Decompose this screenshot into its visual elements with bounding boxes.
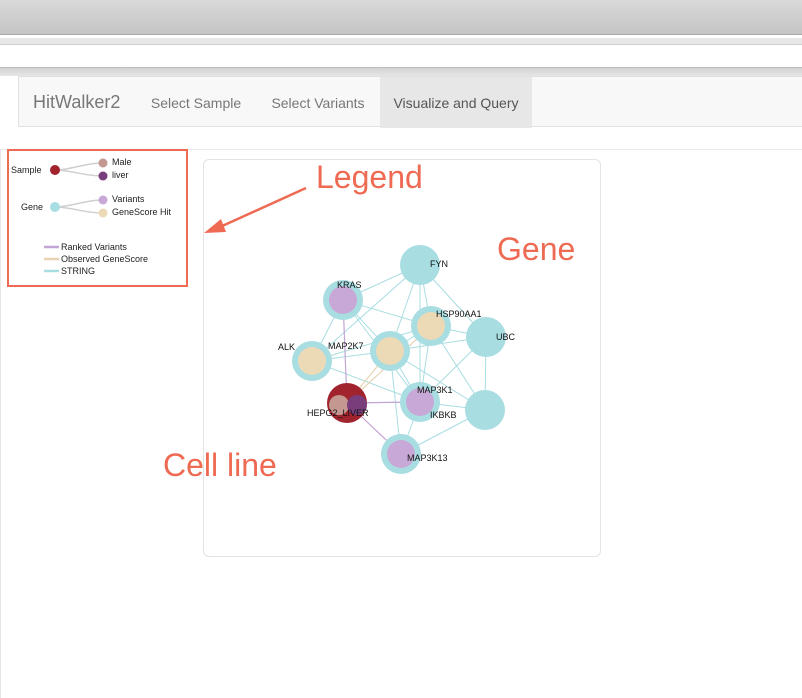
annotation-cell-line: Cell line xyxy=(163,447,277,483)
legend-sample-male-link xyxy=(54,162,104,171)
label-ikbkb: IKBKB xyxy=(430,410,457,420)
label-map2k7: MAP2K7 xyxy=(328,341,364,351)
navbar: HitWalker2 Select Sample Select Variants… xyxy=(18,76,802,128)
nav-visualize-and-query[interactable]: Visualize and Query xyxy=(380,77,532,128)
legend-observed-genescore-label: Observed GeneScore xyxy=(61,254,149,264)
node-ikbkb[interactable] xyxy=(465,390,505,430)
legend-gene-genescore-link xyxy=(54,206,104,214)
label-hepg2-liver: HEPG2_LIVER xyxy=(307,408,369,418)
legend-male-label: Male xyxy=(112,157,132,167)
node-map2k7[interactable] xyxy=(370,331,410,371)
label-ubc: UBC xyxy=(496,332,516,342)
legend-gene-label: Gene xyxy=(21,202,44,212)
legend-genescore-hit-label: GeneScore Hit xyxy=(112,207,172,217)
legend-liver-node xyxy=(98,171,108,181)
nav-select-sample[interactable]: Select Sample xyxy=(136,77,256,128)
legend-variants-node xyxy=(98,195,108,205)
legend-gene-variants-link xyxy=(54,199,104,208)
brand-logo[interactable]: HitWalker2 xyxy=(33,77,120,128)
legend-sample-label: Sample xyxy=(11,165,42,175)
legend-variants-label: Variants xyxy=(112,194,145,204)
legend-gene-node xyxy=(50,202,60,212)
browser-toolbar-strip xyxy=(0,38,802,45)
legend-panel: Sample Male liver Gene Variants GeneScor… xyxy=(7,149,188,287)
label-alk: ALK xyxy=(278,342,295,352)
legend-male-node xyxy=(98,158,108,168)
network-panel[interactable]: FYN KRAS HSP90AA1 UBC ALK MAP2K7 MAP3K1 … xyxy=(203,159,601,557)
legend-genescore-node xyxy=(98,208,108,218)
nav-select-variants[interactable]: Select Variants xyxy=(256,77,380,128)
annotation-gene: Gene xyxy=(497,231,576,267)
page-left-edge xyxy=(0,150,1,698)
legend-liver-label: liver xyxy=(112,170,129,180)
label-map3k1: MAP3K1 xyxy=(417,385,453,395)
page-header-strip xyxy=(0,67,802,76)
legend-ranked-variants-label: Ranked Variants xyxy=(61,242,127,252)
label-map3k13: MAP3K13 xyxy=(407,453,448,463)
annotation-legend: Legend xyxy=(316,159,423,195)
label-hsp90aa1: HSP90AA1 xyxy=(436,309,482,319)
legend-sample-node xyxy=(50,165,60,175)
label-kras: KRAS xyxy=(337,280,362,290)
label-fyn: FYN xyxy=(430,259,448,269)
network-graph[interactable]: FYN KRAS HSP90AA1 UBC ALK MAP2K7 MAP3K1 … xyxy=(204,160,600,556)
legend-sample-liver-link xyxy=(54,169,104,177)
legend-string-label: STRING xyxy=(61,266,96,276)
browser-chrome xyxy=(0,0,802,35)
node-alk[interactable] xyxy=(292,341,332,381)
